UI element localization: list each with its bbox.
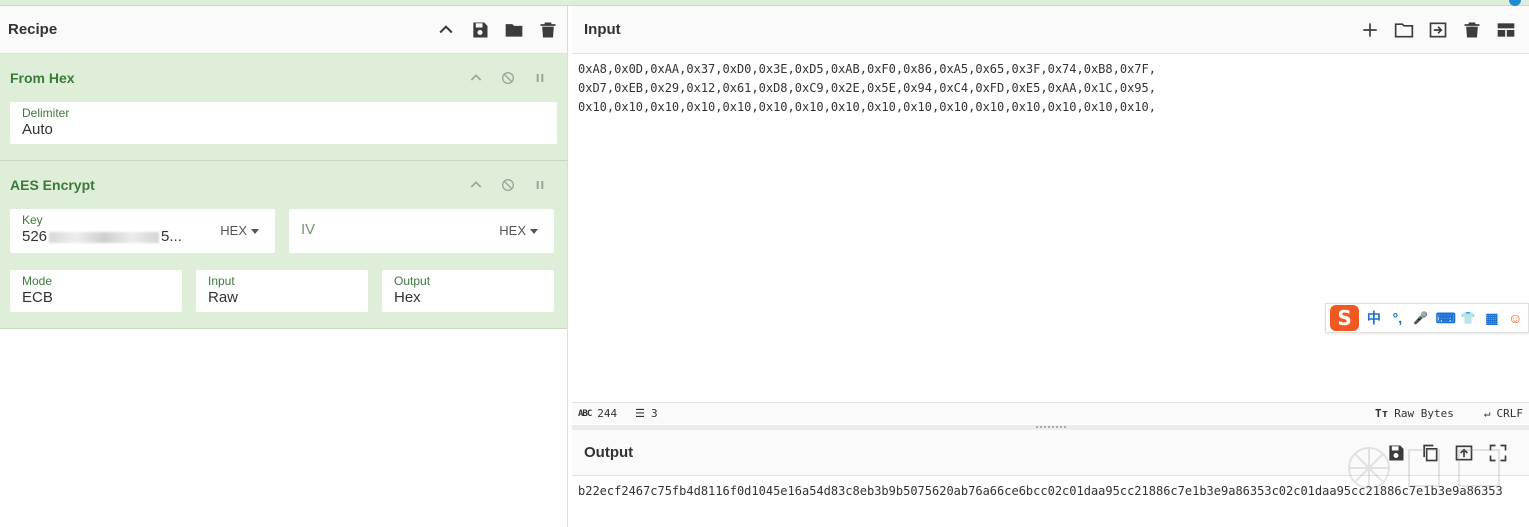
- delimiter-value[interactable]: Auto: [22, 121, 545, 138]
- iv-format-dropdown[interactable]: HEX: [499, 223, 538, 238]
- key-value-start: 526: [22, 228, 48, 245]
- key-format-dropdown[interactable]: HEX: [220, 223, 259, 238]
- ime-skin-icon[interactable]: 👕: [1460, 311, 1477, 325]
- ime-microphone-icon[interactable]: 🎤: [1412, 311, 1429, 325]
- input-pane: Input 0xA8,0x0D,0xAA,0x37,0xD0,0x3E,0xD5…: [572, 6, 1529, 424]
- open-folder-icon[interactable]: [1393, 19, 1415, 41]
- collapse-chevron-up-icon[interactable]: [435, 19, 457, 41]
- input-format-label: Input: [208, 274, 235, 288]
- line-count-icon: ☰: [635, 407, 646, 420]
- chevron-up-icon[interactable]: [465, 67, 487, 89]
- key-value-end: 5...: [161, 228, 182, 245]
- ime-toolbox-icon[interactable]: ▦: [1483, 310, 1500, 327]
- ime-emoji-icon[interactable]: ☺: [1507, 310, 1524, 326]
- clear-recipe-trash-icon[interactable]: [537, 19, 559, 41]
- eol-crlf[interactable]: CRLF: [1497, 407, 1524, 420]
- output-format-field[interactable]: Output Hex: [382, 270, 554, 312]
- recipe-title: Recipe: [8, 21, 58, 38]
- input-title: Input: [584, 21, 621, 38]
- ime-chinese-mode[interactable]: 中: [1365, 308, 1382, 328]
- save-recipe-icon[interactable]: [469, 19, 491, 41]
- ime-toolbar[interactable]: S 中 °, 🎤 ⌨ 👕 ▦ ☺: [1325, 303, 1529, 333]
- pause-breakpoint-icon[interactable]: [529, 174, 551, 196]
- delimiter-label: Delimiter: [22, 106, 70, 120]
- input-format-field[interactable]: Input Raw: [196, 270, 368, 312]
- chevron-up-icon[interactable]: [465, 174, 487, 196]
- open-file-input-icon[interactable]: [1427, 19, 1449, 41]
- input-header: Input: [572, 6, 1529, 54]
- operation-from-hex: From Hex Delimiter Auto: [0, 54, 567, 161]
- output-format-value[interactable]: Hex: [394, 289, 542, 306]
- mode-field[interactable]: Mode ECB: [10, 270, 182, 312]
- character-count-icon: ABC: [578, 408, 592, 419]
- iv-field[interactable]: IV HEX: [289, 209, 554, 253]
- recipe-header: Recipe: [0, 6, 567, 54]
- ime-keyboard-icon[interactable]: ⌨: [1436, 310, 1456, 327]
- input-textarea[interactable]: 0xA8,0x0D,0xAA,0x37,0xD0,0x3E,0xD5,0xAB,…: [572, 54, 1529, 123]
- output-title: Output: [584, 444, 634, 461]
- character-count: 244: [597, 407, 618, 420]
- disable-operation-icon[interactable]: [497, 67, 519, 89]
- encoding-icon: Tт: [1375, 407, 1389, 420]
- output-format-label: Output: [394, 274, 431, 288]
- operation-name[interactable]: AES Encrypt: [10, 177, 95, 193]
- input-line: 0xA8,0x0D,0xAA,0x37,0xD0,0x3E,0xD5,0xAB,…: [578, 62, 1156, 76]
- watermark-logo-icon: [1348, 447, 1500, 489]
- redacted-blur: [49, 231, 160, 243]
- operation-aes-encrypt: AES Encrypt Key 526 5... HEX IV HEX Mode …: [0, 161, 567, 329]
- input-format-value[interactable]: Raw: [208, 289, 356, 306]
- iv-placeholder: IV: [301, 221, 316, 238]
- clear-input-trash-icon[interactable]: [1461, 19, 1483, 41]
- eol-arrow-icon: ↵: [1483, 407, 1491, 420]
- layout-toggle-icon[interactable]: [1495, 19, 1517, 41]
- input-line: 0x10,0x10,0x10,0x10,0x10,0x10,0x10,0x10,…: [578, 100, 1156, 114]
- recipe-pane: Recipe From Hex Delimiter Auto AES Encry…: [0, 6, 568, 527]
- disable-operation-icon[interactable]: [497, 174, 519, 196]
- mode-value[interactable]: ECB: [22, 289, 170, 306]
- encoding-raw-bytes[interactable]: Raw Bytes: [1394, 407, 1454, 420]
- add-input-plus-icon[interactable]: [1359, 19, 1381, 41]
- sogou-logo-icon[interactable]: S: [1330, 305, 1360, 331]
- delimiter-field[interactable]: Delimiter Auto: [10, 102, 557, 144]
- input-line: 0xD7,0xEB,0x29,0x12,0x61,0xD8,0xC9,0x2E,…: [578, 81, 1156, 95]
- line-count: 3: [651, 407, 658, 420]
- pause-breakpoint-icon[interactable]: [529, 67, 551, 89]
- ime-punctuation-icon[interactable]: °,: [1389, 310, 1406, 326]
- input-status-bar: ABC 244 ☰ 3 Tт Raw Bytes ↵ CRLF: [572, 402, 1529, 424]
- load-recipe-folder-icon[interactable]: [503, 19, 525, 41]
- operation-name[interactable]: From Hex: [10, 70, 75, 86]
- key-field[interactable]: Key 526 5... HEX: [10, 209, 275, 253]
- mode-label: Mode: [22, 274, 53, 288]
